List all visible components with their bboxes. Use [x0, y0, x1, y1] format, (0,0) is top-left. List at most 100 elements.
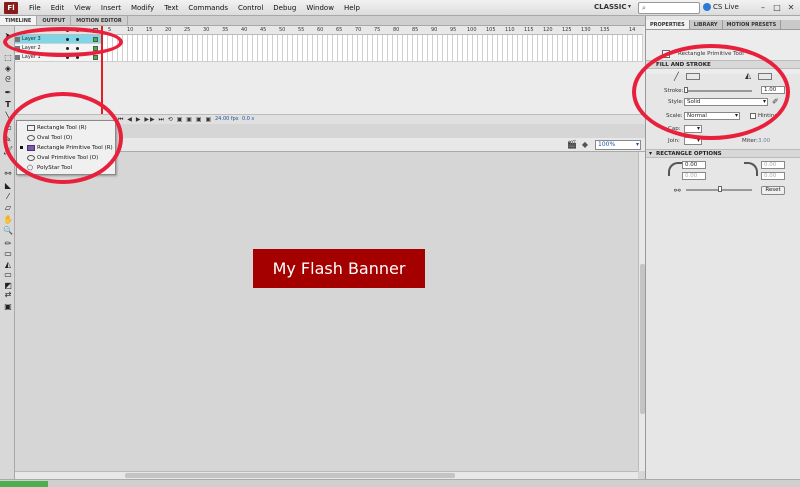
corner-radius-top-left[interactable]: 0.00: [682, 161, 706, 169]
default-colors-icon[interactable]: ◩: [3, 281, 13, 290]
subselection-tool-icon[interactable]: ↖: [3, 41, 13, 50]
layer-visible-dot[interactable]: [66, 56, 69, 59]
stroke-slider-knob[interactable]: [684, 87, 688, 93]
eyedropper-tool-icon[interactable]: ⁄: [3, 192, 13, 201]
layer-outline-box[interactable]: [93, 37, 98, 42]
bone-tool-icon[interactable]: ⚯: [3, 169, 13, 178]
reset-button[interactable]: Reset: [761, 186, 785, 195]
layer-visible-dot[interactable]: [66, 47, 69, 50]
zoom-tool-icon[interactable]: 🔍: [3, 226, 13, 235]
menu-modify[interactable]: Modify: [126, 0, 159, 16]
menu-commands[interactable]: Commands: [183, 0, 233, 16]
menu-view[interactable]: View: [69, 0, 96, 16]
chevron-down-icon[interactable]: ▾: [628, 3, 631, 10]
fill-swatch-icon[interactable]: ▭: [3, 270, 13, 279]
layer-lock-dot[interactable]: [76, 56, 79, 59]
scale-select[interactable]: Normal: [684, 112, 740, 120]
layer-lock-dot[interactable]: [76, 47, 79, 50]
horizontal-scroll-thumb[interactable]: [125, 473, 455, 478]
layer-row[interactable]: Layer 3: [0, 35, 103, 44]
stroke-color-icon[interactable]: ✏: [3, 239, 13, 248]
vertical-scrollbar[interactable]: [638, 152, 645, 471]
stroke-width-input[interactable]: 1.00: [761, 86, 785, 94]
menu-debug[interactable]: Debug: [268, 0, 301, 16]
layer-row[interactable]: Layer 2: [0, 44, 103, 53]
3d-rotation-tool-icon[interactable]: ◈: [3, 64, 13, 73]
search-input[interactable]: ⌕: [638, 2, 700, 14]
stroke-color-swatch[interactable]: [686, 73, 700, 80]
flash-banner[interactable]: My Flash Banner: [253, 249, 425, 288]
cap-select[interactable]: [684, 125, 702, 133]
frame-grid[interactable]: [103, 35, 643, 62]
layer-visible-dot[interactable]: [66, 38, 69, 41]
edit-stroke-style-icon[interactable]: ✐: [772, 98, 779, 106]
fill-and-stroke-header[interactable]: FILL AND STROKE: [646, 60, 800, 69]
tab-output[interactable]: OUTPUT: [37, 16, 72, 25]
menu-text[interactable]: Text: [159, 0, 183, 16]
corner-radius-bottom-left[interactable]: 0.00: [682, 172, 706, 180]
tab-motion-presets[interactable]: MOTION PRESETS: [723, 20, 782, 29]
selection-tool-icon[interactable]: ➤: [3, 31, 13, 40]
menu-control[interactable]: Control: [233, 0, 268, 16]
playhead[interactable]: [101, 26, 103, 124]
cs-live-button[interactable]: CS Live: [703, 3, 739, 11]
eraser-tool-icon[interactable]: ▱: [3, 203, 13, 212]
tab-motion-editor[interactable]: MOTION EDITOR: [71, 16, 128, 25]
hinting-checkbox[interactable]: [750, 113, 756, 119]
flyout-rectangle-primitive-tool[interactable]: Rectangle Primitive Tool (R): [17, 143, 115, 153]
edit-symbol-icon[interactable]: ◆: [580, 140, 590, 150]
miter-value[interactable]: 3.00: [758, 137, 770, 145]
link-corners-icon[interactable]: ⚯: [674, 187, 681, 195]
workspace-switcher[interactable]: CLASSIC: [594, 3, 627, 11]
stroke-style-select[interactable]: Solid: [684, 98, 768, 106]
pen-tool-icon[interactable]: ✒: [3, 88, 13, 97]
minimize-button[interactable]: –: [756, 2, 770, 13]
lasso-tool-icon[interactable]: ᘓ: [3, 75, 13, 84]
line-tool-icon[interactable]: ╲: [3, 112, 13, 121]
lock-icon[interactable]: [76, 29, 79, 32]
edit-scene-icon[interactable]: 🎬: [567, 140, 577, 150]
text-tool-icon[interactable]: T: [3, 100, 13, 109]
tab-properties[interactable]: PROPERTIES: [646, 20, 690, 29]
horizontal-scrollbar[interactable]: [15, 471, 638, 479]
flyout-polystar-tool[interactable]: ⬠ PolyStar Tool: [17, 163, 115, 173]
brush-tool-icon[interactable]: 🖌: [3, 146, 13, 155]
flyout-rectangle-tool[interactable]: Rectangle Tool (R): [17, 123, 115, 133]
flyout-oval-primitive-tool[interactable]: Oval Primitive Tool (O): [17, 153, 115, 163]
layer-outline-box[interactable]: [93, 55, 98, 60]
maximize-button[interactable]: □: [770, 2, 784, 13]
zoom-select[interactable]: 100%: [595, 140, 641, 150]
corner-radius-top-right[interactable]: 0.00: [761, 161, 785, 169]
menu-window[interactable]: Window: [301, 0, 339, 16]
stroke-slider-track[interactable]: [684, 90, 752, 92]
tab-library[interactable]: LIBRARY: [690, 20, 723, 29]
paint-bucket-tool-icon[interactable]: ◣: [3, 181, 13, 190]
eye-icon[interactable]: [66, 29, 69, 32]
flyout-oval-tool[interactable]: Oval Tool (O): [17, 133, 115, 143]
layer-lock-dot[interactable]: [76, 38, 79, 41]
playback-controls[interactable]: ⏮ ◀ ▶ ▶▶ ⏭ ⟲ ▣ ▣ ▣ ▣: [118, 116, 212, 124]
frame-ruler[interactable]: 5 10 15 20 25 30 35 40 45 50 55 60 65 70…: [103, 26, 643, 35]
menu-edit[interactable]: Edit: [46, 0, 70, 16]
join-select[interactable]: [684, 137, 702, 145]
corner-slider-knob[interactable]: [718, 186, 722, 192]
swap-colors-icon[interactable]: ⇄: [3, 290, 13, 299]
tab-timeline[interactable]: TIMELINE: [0, 16, 38, 25]
menu-insert[interactable]: Insert: [96, 0, 126, 16]
rectangle-tool-icon[interactable]: ▭: [3, 123, 13, 132]
close-button[interactable]: ✕: [784, 2, 798, 13]
fps-readout[interactable]: 24.00 fps: [215, 116, 238, 122]
menu-help[interactable]: Help: [339, 0, 365, 16]
object-drawing-icon[interactable]: ▣: [3, 302, 13, 311]
layer-row[interactable]: Layer 1: [0, 53, 103, 62]
fill-color-icon[interactable]: ◭: [3, 260, 13, 269]
stroke-swatch-icon[interactable]: ▭: [3, 249, 13, 258]
free-transform-tool-icon[interactable]: ⬚: [3, 53, 13, 62]
fill-color-swatch[interactable]: [758, 73, 772, 80]
pencil-tool-icon[interactable]: ✎: [3, 135, 13, 144]
outline-icon[interactable]: [93, 28, 98, 33]
rectangle-options-header[interactable]: RECTANGLE OPTIONS: [646, 149, 800, 158]
stage-pasteboard[interactable]: [15, 152, 638, 471]
corner-radius-bottom-right[interactable]: 0.00: [761, 172, 785, 180]
menu-file[interactable]: File: [24, 0, 46, 16]
